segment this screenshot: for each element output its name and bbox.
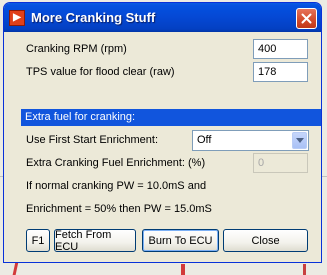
- app-icon: ▶: [9, 9, 25, 26]
- enrichment-note-line-2: Enrichment = 50% then PW = 15.0mS: [26, 203, 212, 215]
- tps-flood-input[interactable]: 178: [253, 62, 308, 82]
- burn-to-ecu-button[interactable]: Burn To ECU: [142, 229, 219, 252]
- f1-help-button[interactable]: F1: [26, 229, 50, 252]
- close-button[interactable]: Close: [223, 229, 308, 252]
- fetch-from-ecu-button[interactable]: Fetch From ECU: [54, 229, 136, 253]
- first-start-enrichment-select[interactable]: Off: [192, 130, 309, 151]
- cranking-rpm-input[interactable]: 400: [253, 39, 308, 59]
- first-start-enrichment-label: Use First Start Enrichment:: [26, 134, 159, 146]
- enrichment-note-line-1: If normal cranking PW = 10.0mS and: [26, 180, 207, 192]
- chevron-down-icon: [295, 138, 304, 143]
- cranking-rpm-label: Cranking RPM (rpm): [26, 43, 127, 55]
- first-start-enrichment-value: Off: [197, 134, 212, 146]
- extra-fuel-section-header: Extra fuel for cranking:: [21, 109, 321, 126]
- dropdown-button[interactable]: [292, 132, 307, 149]
- background-red-mark: [181, 264, 185, 275]
- extra-cranking-fuel-label: Extra Cranking Fuel Enrichment: (%): [26, 157, 206, 169]
- close-icon: [301, 13, 312, 24]
- dialog-window: ▶ More Cranking Stuff Cranking RPM (rpm)…: [3, 2, 322, 263]
- tps-flood-label: TPS value for flood clear (raw): [26, 66, 175, 78]
- close-window-button[interactable]: [296, 8, 317, 29]
- background-red-mark: [303, 264, 306, 275]
- title-bar[interactable]: ▶ More Cranking Stuff: [4, 3, 321, 32]
- window-title: More Cranking Stuff: [31, 10, 156, 25]
- extra-cranking-fuel-input: 0: [253, 153, 308, 173]
